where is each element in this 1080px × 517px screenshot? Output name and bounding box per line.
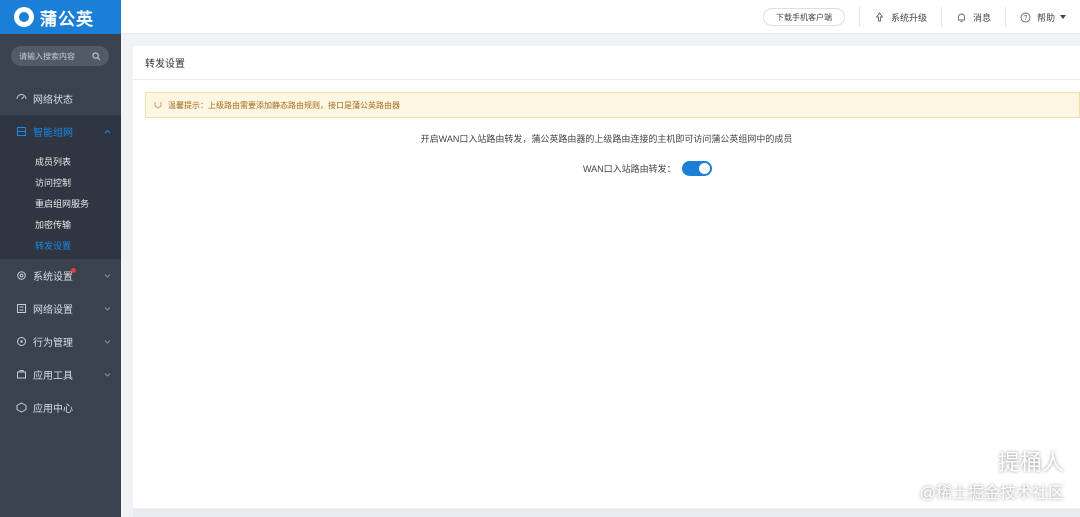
search-wrap [0, 34, 121, 74]
search-box[interactable] [11, 46, 109, 66]
network-settings-icon [16, 303, 27, 314]
submenu-smart-network: 成员列表 访问控制 重启组网服务 加密传输 转发设置 [0, 148, 121, 259]
svg-text:?: ? [1024, 15, 1028, 22]
logo-text: 蒲公英 [40, 9, 94, 29]
messages-link[interactable]: 消息 [942, 11, 1005, 24]
watermark: 提桶人 @稀土掘金技术社区 [920, 445, 1064, 503]
sidebar-item-label: 智能组网 [33, 128, 73, 139]
smart-network-icon [16, 126, 27, 137]
gear-icon [16, 270, 27, 281]
caret-down-icon [1060, 15, 1066, 19]
watermark-line2: @稀土掘金技术社区 [919, 485, 1064, 502]
messages-label: 消息 [972, 12, 991, 23]
chevron-down-icon [104, 274, 111, 278]
sidebar-item-label: 网络状态 [33, 95, 73, 106]
sidebar-item-label: 应用工具 [33, 371, 73, 382]
toolbox-icon [16, 369, 27, 380]
watermark-line1: 提桶人 [997, 450, 1064, 475]
watermark-title: 提桶人 [920, 445, 1064, 477]
app-center-icon [16, 402, 27, 413]
sidebar-item-network-status[interactable]: 网络状态 [0, 82, 121, 115]
submenu-item-encrypted-transfer[interactable]: 加密传输 [0, 214, 121, 235]
forwarding-description: 开启WAN口入站路由转发，蒲公英路由器的上级路由连接的主机即可访问蒲公英组网中的… [420, 134, 793, 144]
sidebar-item-label: 应用中心 [33, 404, 73, 415]
search-input[interactable] [19, 51, 92, 61]
chevron-down-icon [104, 373, 111, 377]
chevron-down-icon [104, 307, 111, 311]
sidebar-nav: 网络状态 智能组网 成员列表 访问控制 重启组网服务 加密传输 转发设置 系统设… [0, 82, 121, 424]
sidebar-item-label: 网络设置 [33, 305, 73, 316]
upgrade-icon [875, 11, 884, 21]
system-upgrade-link[interactable]: 系统升级 [860, 11, 941, 24]
sidebar-item-network-settings[interactable]: 网络设置 [0, 292, 121, 325]
submenu-item-forwarding[interactable]: 转发设置 [0, 235, 121, 256]
help-label: 帮助 [1036, 12, 1055, 23]
sidebar-item-smart-network[interactable]: 智能组网 [0, 115, 121, 148]
logo-icon [14, 7, 34, 27]
wechat-icon [965, 451, 991, 471]
submenu-item-access-control[interactable]: 访问控制 [0, 172, 121, 193]
submenu-item-members[interactable]: 成员列表 [0, 151, 121, 172]
sidebar-item-toolbox[interactable]: 应用工具 [0, 358, 121, 391]
notice-banner: 温馨提示：上级路由需要添加静态路由规则，接口是蒲公英路由器 [145, 92, 1080, 118]
system-upgrade-label: 系统升级 [890, 12, 927, 23]
wan-forwarding-toggle[interactable] [681, 161, 712, 176]
help-icon: ? [1020, 12, 1031, 22]
search-icon[interactable] [92, 51, 101, 61]
behavior-icon [16, 336, 27, 347]
sidebar: 蒲公英 网络状态 智能组网 成员列表 访问控制 重启组 [0, 0, 121, 517]
help-menu[interactable]: ? 帮助 [1006, 11, 1080, 24]
sidebar-item-label: 系统设置 [33, 272, 73, 283]
sidebar-item-behavior[interactable]: 行为管理 [0, 325, 121, 358]
notice-icon [154, 102, 162, 109]
wan-forwarding-label: WAN口入站路由转发： [583, 164, 676, 174]
top-bar: 下载手机客户端 系统升级 消息 ? 帮助 [121, 0, 1080, 34]
sidebar-item-label: 行为管理 [33, 338, 73, 349]
sidebar-item-system-settings[interactable]: 系统设置 [0, 259, 121, 292]
chevron-up-icon [104, 129, 111, 134]
content-card: 转发设置 温馨提示：上级路由需要添加静态路由规则，接口是蒲公英路由器 开启WAN… [133, 46, 1080, 508]
top-actions: 下载手机客户端 系统升级 消息 ? 帮助 [762, 0, 1080, 34]
notice-text: 温馨提示：上级路由需要添加静态路由规则，接口是蒲公英路由器 [168, 100, 400, 110]
logo[interactable]: 蒲公英 [0, 0, 121, 34]
network-status-icon [16, 93, 27, 104]
notification-dot [71, 268, 76, 273]
download-app-button[interactable]: 下载手机客户端 [762, 8, 845, 26]
bottom-shadow [133, 509, 1080, 517]
wan-forwarding-row: WAN口入站路由转发： [583, 161, 712, 176]
sidebar-item-app-center[interactable]: 应用中心 [0, 391, 121, 424]
chevron-down-icon [104, 340, 111, 344]
submenu-item-restart-service[interactable]: 重启组网服务 [0, 193, 121, 214]
bell-icon [958, 13, 965, 22]
page-title: 转发设置 [133, 46, 1080, 80]
